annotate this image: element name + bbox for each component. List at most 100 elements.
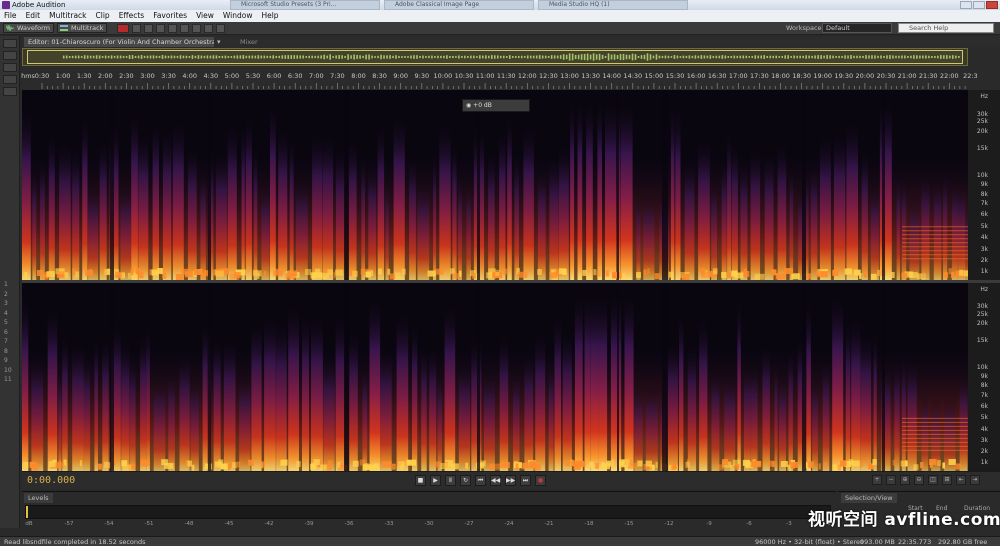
overview-navigator[interactable] bbox=[22, 48, 968, 66]
hz-label: 5k bbox=[980, 222, 988, 230]
hz-label: 4k bbox=[980, 425, 988, 433]
db-label: -36 bbox=[344, 521, 354, 527]
editor-tab[interactable]: Editor: 01-Chiaroscuro (For Violin And C… bbox=[24, 37, 214, 47]
hz-label: 2k bbox=[980, 257, 988, 264]
menu-clip[interactable]: Clip bbox=[96, 10, 110, 22]
pause-button[interactable]: Ⅱ bbox=[445, 475, 456, 486]
hz-unit-label: Hz bbox=[980, 286, 988, 293]
audition-app-icon bbox=[2, 1, 10, 9]
close-window-button[interactable] bbox=[986, 1, 998, 9]
db-label: -3 bbox=[786, 521, 792, 527]
mixer-tab[interactable]: Mixer bbox=[240, 37, 258, 47]
rewind-button[interactable]: ◀◀ bbox=[490, 475, 501, 486]
menu-help[interactable]: Help bbox=[261, 10, 278, 22]
db-label: -6 bbox=[746, 521, 752, 527]
volume-knob-icon[interactable]: ◉ bbox=[466, 102, 471, 109]
db-label: -42 bbox=[264, 521, 274, 527]
marquee-tool-icon[interactable] bbox=[180, 23, 190, 33]
spot-healing-tool-icon[interactable] bbox=[216, 23, 226, 33]
waveform-view-button[interactable]: Waveform bbox=[3, 23, 54, 33]
zoom-in-time-icon[interactable]: ⊕ bbox=[900, 475, 910, 485]
files-panel-tab[interactable] bbox=[3, 39, 17, 48]
zoom-out-time-icon[interactable]: ⊖ bbox=[914, 475, 924, 485]
minimize-button[interactable] bbox=[960, 1, 972, 9]
brush-tool-icon[interactable] bbox=[204, 23, 214, 33]
ruler-label: 8:00 bbox=[351, 72, 366, 80]
zoom-in-selection-icon[interactable]: ⊞ bbox=[942, 475, 952, 485]
ruler-label: 11:30 bbox=[496, 72, 516, 80]
time-ruler[interactable]: hms 0:30 1:00 1:30 2:00 2:30 3:00 3:30 4:00 4:30… bbox=[21, 67, 978, 89]
timecode-display[interactable]: 0:00.000 bbox=[27, 475, 75, 486]
razor-tool-icon[interactable] bbox=[144, 23, 154, 33]
ruler-label: 20:00 bbox=[855, 72, 875, 80]
ruler-label: 1:00 bbox=[55, 72, 71, 80]
go-to-start-button[interactable]: ⏮ bbox=[475, 475, 486, 486]
spectral-display-left-channel[interactable] bbox=[22, 90, 968, 280]
hz-label: 7k bbox=[980, 391, 988, 399]
ruler-label: 1:30 bbox=[76, 72, 92, 80]
markers-tab[interactable] bbox=[3, 75, 17, 84]
window-controls bbox=[960, 1, 998, 9]
levels-tab[interactable]: Levels bbox=[24, 493, 53, 503]
effects-rack-tab[interactable] bbox=[3, 63, 17, 72]
stop-button[interactable]: ■ bbox=[415, 475, 426, 486]
lasso-tool-icon[interactable] bbox=[192, 23, 202, 33]
zoom-left-icon[interactable]: ⇤ bbox=[956, 475, 966, 485]
hz-label: 30k bbox=[976, 110, 988, 118]
record-button[interactable]: ● bbox=[535, 475, 546, 486]
workspace-select[interactable]: Default bbox=[822, 23, 892, 33]
zoom-in-amplitude-icon[interactable]: + bbox=[872, 475, 882, 485]
zoom-out-amplitude-icon[interactable]: − bbox=[886, 475, 896, 485]
ruler-label: 6:00 bbox=[266, 72, 282, 80]
menu-favorites[interactable]: Favorites bbox=[153, 10, 187, 22]
go-to-end-button[interactable]: ⏭ bbox=[520, 475, 531, 486]
play-button[interactable]: ▶ bbox=[430, 475, 441, 486]
fast-forward-button[interactable]: ▶▶ bbox=[505, 475, 516, 486]
menu-window[interactable]: Window bbox=[223, 10, 253, 22]
ruler-unit: hms bbox=[21, 72, 35, 80]
db-label: -24 bbox=[504, 521, 514, 527]
os-tab[interactable]: Adobe Classical Image Page bbox=[384, 0, 534, 10]
menu-view[interactable]: View bbox=[196, 10, 214, 22]
zoom-out-full-icon[interactable]: ◫ bbox=[928, 475, 938, 485]
menu-file[interactable]: File bbox=[4, 10, 17, 22]
time-selection-tool-icon[interactable] bbox=[168, 23, 178, 33]
ruler-label: 12:30 bbox=[539, 72, 558, 80]
hz-label: 4k bbox=[980, 234, 988, 242]
search-help-input[interactable]: Search Help bbox=[898, 23, 994, 33]
menu-edit[interactable]: Edit bbox=[26, 10, 41, 22]
multitrack-view-button[interactable]: Multitrack bbox=[57, 23, 108, 33]
os-tab[interactable]: Media Studio HQ (1) bbox=[538, 0, 688, 10]
spectral-display-right-channel[interactable] bbox=[22, 283, 968, 471]
ruler-label: 7:30 bbox=[330, 72, 345, 80]
ruler-label: 18:30 bbox=[792, 72, 811, 80]
ruler-label: 20:30 bbox=[876, 72, 896, 80]
hz-label: 1k bbox=[980, 459, 988, 467]
ruler-label: 14:00 bbox=[602, 72, 622, 80]
levels-panel: Levels dB -57 -54 -51 -48 -45 -42 -39 -36 -33 -30 -… bbox=[22, 491, 836, 536]
move-tool-icon[interactable] bbox=[132, 23, 142, 33]
db-label: -48 bbox=[184, 521, 194, 527]
menu-effects[interactable]: Effects bbox=[119, 10, 145, 22]
toolbar: Waveform Multitrack Workspace: Default S… bbox=[0, 22, 1000, 35]
sample-info: 96000 Hz • 32-bit (float) • Stereo bbox=[755, 538, 864, 546]
menu-bar: File Edit Multitrack Clip Effects Favori… bbox=[0, 10, 1000, 22]
db-label: -15 bbox=[624, 521, 634, 527]
volume-hud[interactable]: ◉ +0 dB bbox=[462, 99, 530, 112]
selection-view-tab[interactable]: Selection/View bbox=[841, 493, 897, 503]
ruler-label: 19:30 bbox=[834, 72, 854, 80]
ruler-label: 15:30 bbox=[665, 72, 685, 80]
media-browser-tab[interactable] bbox=[3, 51, 17, 60]
menu-multitrack[interactable]: Multitrack bbox=[49, 10, 86, 22]
hz-label: 20k bbox=[976, 127, 988, 135]
zoom-right-icon[interactable]: ⇥ bbox=[970, 475, 980, 485]
loop-button[interactable]: ↻ bbox=[460, 475, 471, 486]
properties-tab[interactable] bbox=[3, 87, 17, 96]
chevron-down-icon[interactable]: ▾ bbox=[217, 38, 225, 46]
peak-indicator bbox=[26, 506, 28, 518]
hz-label: 25k bbox=[976, 310, 988, 318]
os-tab[interactable]: Microsoft Studio Presets (3 Pri... bbox=[230, 0, 380, 10]
spectral-display-icon[interactable] bbox=[117, 23, 130, 33]
maximize-button[interactable] bbox=[973, 1, 985, 9]
slip-tool-icon[interactable] bbox=[156, 23, 166, 33]
